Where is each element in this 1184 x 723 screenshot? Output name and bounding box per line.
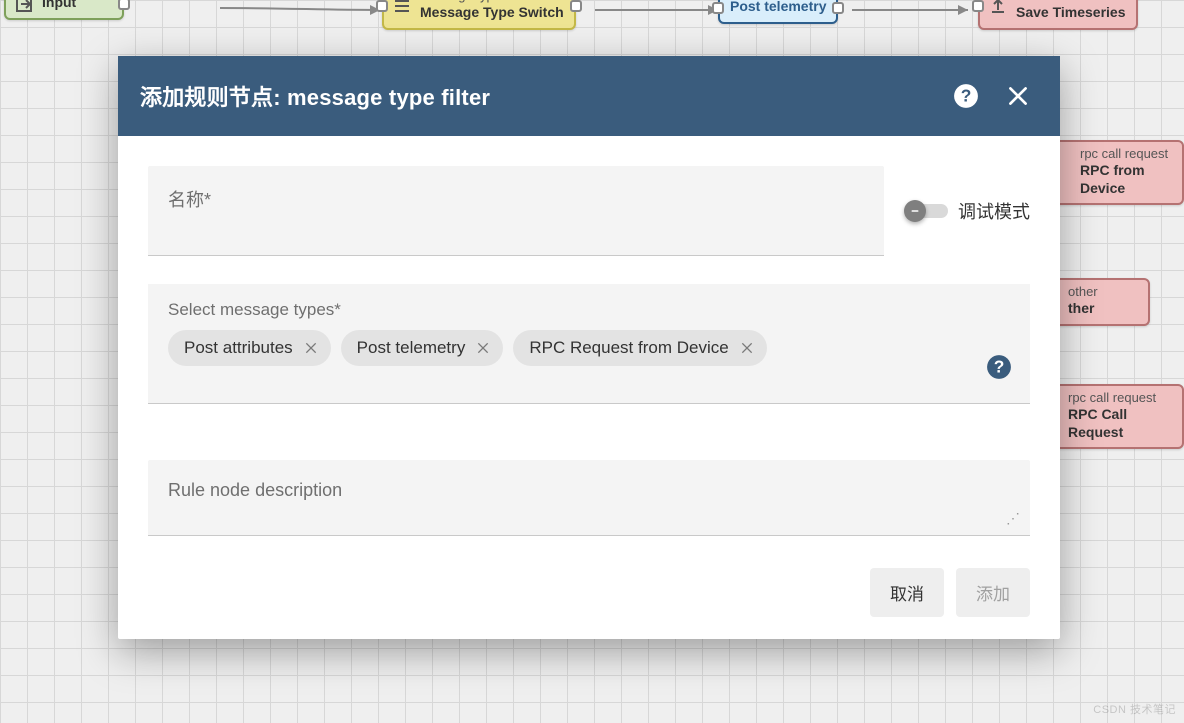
resize-handle-icon: ⋰: [1006, 510, 1020, 527]
node-other-title: ther: [1068, 300, 1138, 318]
name-input[interactable]: [168, 212, 864, 233]
node-other-sub: other: [1068, 284, 1138, 300]
chip-remove[interactable]: [473, 338, 493, 358]
message-types-field[interactable]: Select message types* Post attributes Po…: [148, 284, 1030, 404]
node-input[interactable]: Input: [4, 0, 124, 20]
node-post-telemetry[interactable]: Post telemetry: [718, 0, 838, 24]
dialog-body: 名称* 调试模式 Select message types* Post attr…: [118, 136, 1060, 546]
chip-rpc-request[interactable]: RPC Request from Device: [513, 330, 766, 366]
dialog-header: 添加规则节点: message type filter ?: [118, 56, 1060, 136]
close-icon: [303, 340, 319, 356]
help-circle-icon: ?: [953, 83, 979, 109]
chip-post-attributes[interactable]: Post attributes: [168, 330, 331, 366]
debug-label: 调试模式: [958, 198, 1030, 224]
node-save-timeseries[interactable]: save timeseries Save Timeseries: [978, 0, 1138, 30]
node-rpc-from-device[interactable]: rpc call request RPC from Device: [1042, 140, 1184, 205]
chip-post-telemetry[interactable]: Post telemetry: [341, 330, 504, 366]
node-port[interactable]: [570, 0, 582, 12]
node-port[interactable]: [118, 0, 130, 10]
node-port[interactable]: [376, 0, 388, 12]
message-types-label: Select message types*: [168, 300, 1010, 320]
node-type-switch[interactable]: message type Message Type Switch: [382, 0, 576, 30]
close-icon: [1005, 83, 1031, 109]
menu-icon: [392, 0, 412, 16]
node-rpcrq-sub: rpc call request: [1068, 390, 1172, 406]
dialog-title: 添加规则节点: message type filter: [140, 80, 946, 112]
debug-toggle-wrap: 调试模式: [904, 198, 1030, 224]
chip-remove[interactable]: [301, 338, 321, 358]
debug-toggle[interactable]: [904, 202, 948, 220]
types-help-button[interactable]: ?: [986, 354, 1012, 385]
node-post-telemetry-title: Post telemetry: [730, 0, 826, 14]
upload-icon: [988, 0, 1008, 16]
svg-text:?: ?: [994, 356, 1005, 376]
chip-label: Post attributes: [184, 338, 293, 358]
node-port[interactable]: [972, 0, 984, 12]
toggle-knob: [904, 200, 926, 222]
description-textarea[interactable]: [168, 480, 1010, 510]
close-icon: [739, 340, 755, 356]
svg-text:?: ?: [961, 85, 972, 105]
help-button[interactable]: ?: [946, 76, 986, 116]
dialog-footer: 取消 添加: [118, 546, 1060, 639]
chip-label: RPC Request from Device: [529, 338, 728, 358]
node-rpcrq-title: RPC Call Request: [1068, 406, 1172, 441]
arrow-right-box-icon: [14, 0, 34, 14]
cancel-button[interactable]: 取消: [870, 568, 944, 617]
watermark: CSDN 技术笔记: [1093, 701, 1176, 717]
chips-container: Post attributes Post telemetry RPC Reque…: [168, 330, 1010, 366]
chip-label: Post telemetry: [357, 338, 466, 358]
name-label: 名称*: [168, 186, 864, 212]
node-input-title: Input: [42, 0, 76, 10]
name-field[interactable]: 名称*: [148, 166, 884, 256]
node-type-switch-title: Message Type Switch: [420, 4, 564, 22]
chip-remove[interactable]: [737, 338, 757, 358]
node-port[interactable]: [832, 2, 844, 14]
close-button[interactable]: [998, 76, 1038, 116]
add-button[interactable]: 添加: [956, 568, 1030, 617]
node-port[interactable]: [712, 2, 724, 14]
help-circle-icon: ?: [986, 354, 1012, 380]
node-rpc-sub: rpc call request: [1080, 146, 1172, 162]
add-rule-node-dialog: 添加规则节点: message type filter ? 名称* 调试模式: [118, 56, 1060, 639]
node-save-ts-title: Save Timeseries: [1016, 4, 1126, 22]
node-rpc-title: RPC from Device: [1080, 162, 1172, 197]
description-field[interactable]: ⋰: [148, 460, 1030, 536]
close-icon: [475, 340, 491, 356]
